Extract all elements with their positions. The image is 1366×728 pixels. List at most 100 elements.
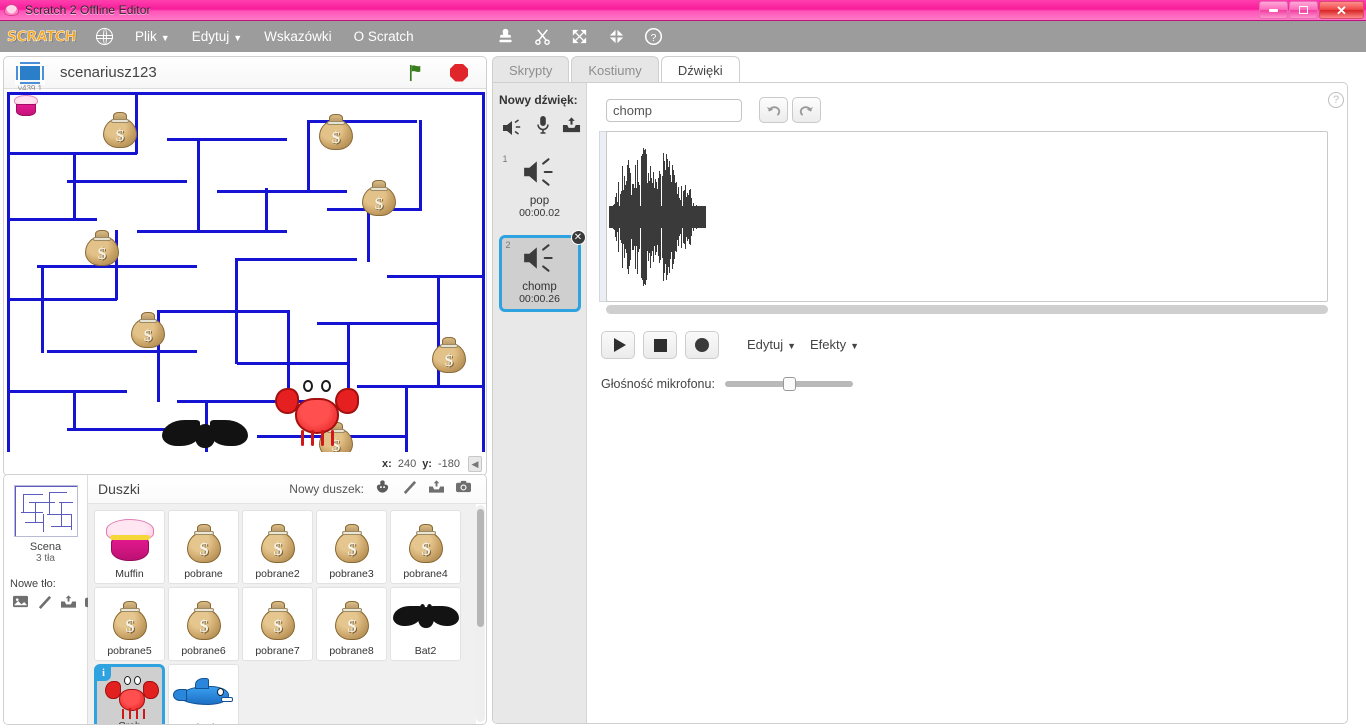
slider-knob[interactable] xyxy=(782,377,796,391)
help-icon[interactable]: ? xyxy=(1328,92,1344,108)
sprite-bag-on-stage[interactable]: $ xyxy=(131,310,165,348)
microphone-icon[interactable] xyxy=(536,115,550,140)
sprite-cell[interactable]: Shark xyxy=(168,664,239,724)
chevron-down-icon: ▼ xyxy=(233,32,243,43)
sound-item[interactable]: 1 pop 00:00.02 xyxy=(499,152,581,223)
sprite-cell[interactable]: Bat2 xyxy=(390,587,461,661)
stage-thumbnail[interactable] xyxy=(13,485,78,537)
close-button[interactable]: ✕ xyxy=(1319,1,1364,19)
grow-icon[interactable] xyxy=(570,27,589,46)
sprite-crab-on-stage[interactable] xyxy=(275,378,359,450)
stamp-icon[interactable] xyxy=(496,27,515,46)
edytuj-menu-label: Edytuj xyxy=(747,337,784,352)
efekty-menu[interactable]: Efekty ▼ xyxy=(810,337,859,352)
menu-o-scratch[interactable]: O Scratch xyxy=(354,29,414,44)
sprite-bag-on-stage[interactable]: $ xyxy=(432,335,466,373)
sprite-name: Bat2 xyxy=(414,645,437,657)
collapse-stage-icon[interactable]: ◀ xyxy=(468,456,482,472)
paint-icon[interactable] xyxy=(36,594,53,609)
sprite-library-icon[interactable] xyxy=(374,479,391,499)
scissors-icon[interactable] xyxy=(533,27,552,46)
globe-icon[interactable] xyxy=(95,27,113,45)
sprite-pane: Scena 3 tła Nowe tło: Duszki Nowy duszek… xyxy=(3,474,487,725)
sprite-name: pobrane xyxy=(184,568,223,580)
sprite-thumbnail: $ xyxy=(95,592,164,644)
stage-selector-column: Scena 3 tła Nowe tło: xyxy=(4,475,100,724)
sprite-cell[interactable]: $ pobrane xyxy=(168,510,239,584)
project-title: scenariusz123 xyxy=(60,64,157,81)
stop-button-icon[interactable] xyxy=(450,63,468,82)
scratch-logo[interactable]: SCRATCH xyxy=(6,26,76,47)
sprite-cell[interactable]: Muffin xyxy=(94,510,165,584)
stage-presentation-icon[interactable] xyxy=(15,60,45,85)
sprite-grid: Muffin $ pobrane $ pobrane2 $ pobrane3 $ pobrane… xyxy=(88,504,476,724)
tab-kostiumy[interactable]: Kostiumy xyxy=(571,56,659,83)
menu-plik-label: Plik xyxy=(135,29,157,44)
window-titlebar: Scratch 2 Offline Editor ✕ xyxy=(0,0,1366,21)
sprite-cell[interactable]: $ pobrane7 xyxy=(242,587,313,661)
sound-name: pop xyxy=(529,195,550,207)
menubar-tools: ? xyxy=(496,27,663,46)
menu-wskazowki-label: Wskazówki xyxy=(264,29,332,44)
play-button[interactable] xyxy=(601,331,635,359)
stage-label: Scena xyxy=(29,541,62,553)
sprite-cell[interactable]: $ pobrane5 xyxy=(94,587,165,661)
sprite-cell[interactable]: $ pobrane6 xyxy=(168,587,239,661)
edytuj-menu[interactable]: Edytuj ▼ xyxy=(747,337,796,352)
camera-icon[interactable] xyxy=(455,479,472,499)
upload-icon[interactable] xyxy=(428,479,445,499)
sound-list-panel: Nowy dźwięk: 1 pop 00:00.02 2 ✕ chomp 00:00.26 xyxy=(493,83,587,723)
editor-tabbar: Skrypty Kostiumy Dźwięki xyxy=(492,56,742,83)
sprite-bag-on-stage[interactable]: $ xyxy=(362,178,396,216)
maximize-button[interactable] xyxy=(1289,1,1318,19)
tab-skrypty[interactable]: Skrypty xyxy=(492,56,570,83)
microphone-volume-row: Głośność mikrofonu: xyxy=(601,377,853,391)
sprite-info-badge[interactable]: i xyxy=(96,666,111,681)
green-flag-icon[interactable] xyxy=(407,63,426,82)
minimize-button[interactable] xyxy=(1259,1,1288,19)
sound-item[interactable]: 2 ✕ chomp 00:00.26 xyxy=(498,230,586,312)
sound-duration: 00:00.02 xyxy=(519,207,560,219)
sprite-bag-on-stage[interactable]: $ xyxy=(85,228,119,266)
sprite-list-column: Duszki Nowy duszek: Muffin $ pobrane $ pobra… xyxy=(88,475,486,724)
menu-wskazowki[interactable]: Wskazówki xyxy=(264,29,332,44)
sprite-bag-on-stage[interactable]: $ xyxy=(103,110,137,148)
upload-icon[interactable] xyxy=(60,594,77,609)
redo-button[interactable] xyxy=(792,97,821,123)
sprite-cell[interactable]: $ pobrane4 xyxy=(390,510,461,584)
menu-edytuj[interactable]: Edytuj ▼ xyxy=(192,29,242,44)
mic-volume-slider[interactable] xyxy=(724,377,853,391)
sprite-bag-on-stage[interactable]: $ xyxy=(319,112,353,150)
waveform-display[interactable] xyxy=(606,131,1328,302)
sprite-cell[interactable]: $ pobrane8 xyxy=(316,587,387,661)
sound-library-icon[interactable] xyxy=(502,118,524,138)
waveform-scrollbar[interactable] xyxy=(606,305,1328,314)
maze-backdrop xyxy=(7,90,485,452)
stop-button[interactable] xyxy=(643,331,677,359)
new-backdrop-icons xyxy=(12,594,100,609)
sprite-muffin-on-stage[interactable] xyxy=(13,95,39,117)
menu-plik[interactable]: Plik ▼ xyxy=(135,29,170,44)
new-sound-label: Nowy dźwięk: xyxy=(499,93,578,107)
backdrop-library-icon[interactable] xyxy=(12,594,29,609)
sprite-bat-on-stage[interactable] xyxy=(162,420,248,452)
delete-sound-icon[interactable]: ✕ xyxy=(570,230,586,245)
tab-dzwieki[interactable]: Dźwięki xyxy=(660,56,740,83)
window-controls[interactable]: ✕ xyxy=(1259,1,1364,19)
sprite-cell[interactable]: $ pobrane2 xyxy=(242,510,313,584)
record-button[interactable] xyxy=(685,331,719,359)
menu-o-scratch-label: O Scratch xyxy=(353,29,414,44)
help-icon[interactable]: ? xyxy=(644,27,663,46)
stage-canvas[interactable]: $ $ $ $ $ $ $ xyxy=(7,90,485,452)
sprite-cell[interactable]: $ pobrane3 xyxy=(316,510,387,584)
paint-icon[interactable] xyxy=(401,479,418,499)
upload-icon[interactable] xyxy=(562,116,581,139)
sprite-list-scrollbar[interactable] xyxy=(476,505,485,722)
shrink-icon[interactable] xyxy=(607,27,626,46)
undo-button[interactable] xyxy=(759,97,788,123)
sprite-thumbnail: $ xyxy=(391,515,460,567)
sound-name-input[interactable]: chomp xyxy=(606,99,742,122)
sprite-cell[interactable]: iCrab xyxy=(94,664,165,724)
backdrop-count: 3 tła xyxy=(36,553,55,564)
sprite-name: Shark xyxy=(190,722,217,724)
